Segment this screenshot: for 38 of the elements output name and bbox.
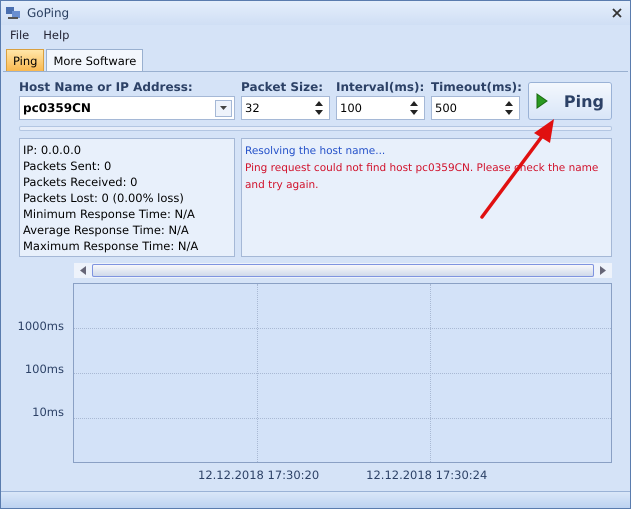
spin-box[interactable]: 500 <box>431 96 520 120</box>
tab[interactable]: More Software <box>46 49 144 71</box>
ping-button[interactable]: Ping <box>528 82 612 120</box>
axis-label: 1000ms <box>18 319 64 333</box>
scroll-right-icon[interactable] <box>600 266 606 275</box>
menu-item[interactable]: File <box>10 28 30 42</box>
menu-item[interactable]: Help <box>43 28 70 42</box>
spin-arrows-icon <box>505 101 513 115</box>
axis-label: 10ms <box>32 405 64 419</box>
stat-text: Packets Received: 0 <box>23 174 138 190</box>
spin-arrows-icon <box>315 101 323 115</box>
field-label: Packet Size: <box>241 80 324 94</box>
spin-arrows-icon <box>410 101 418 115</box>
stat-text: Average Response Time: N/A <box>23 222 190 238</box>
scrollbar-thumb[interactable] <box>92 264 594 277</box>
dropdown-arrow-icon <box>220 106 227 110</box>
stat-text: IP: 0.0.0.0 <box>23 142 82 158</box>
tab[interactable]: Ping <box>6 49 44 71</box>
field-label: Timeout(ms): <box>431 80 522 94</box>
field-label: Host Name or IP Address: <box>19 80 194 94</box>
stat-text: Minimum Response Time: N/A <box>23 206 196 222</box>
close-icon[interactable] <box>612 8 622 18</box>
app-icon <box>5 5 21 21</box>
window-title: GoPing <box>27 6 70 20</box>
stat-text: Packets Sent: 0 <box>23 158 112 174</box>
axis-label: 100ms <box>24 362 64 376</box>
spin-box[interactable]: 100 <box>336 96 425 120</box>
axis-label: 12.12.2018 17:30:24 <box>366 468 488 482</box>
log-message: Resolving the host name... <box>245 144 386 159</box>
field-label: Interval(ms): <box>336 80 425 94</box>
axis-label: 12.12.2018 17:30:20 <box>198 468 320 482</box>
stat-text: Packets Lost: 0 (0.00% loss) <box>23 190 185 206</box>
scroll-left-icon[interactable] <box>80 266 86 275</box>
spin-box[interactable]: 32 <box>241 96 330 120</box>
play-icon <box>536 93 548 109</box>
horizontal-scrollbar[interactable] <box>74 263 612 278</box>
stat-text: Maximum Response Time: N/A <box>23 238 200 254</box>
host-combo-box[interactable]: pc0359CN <box>19 96 235 120</box>
